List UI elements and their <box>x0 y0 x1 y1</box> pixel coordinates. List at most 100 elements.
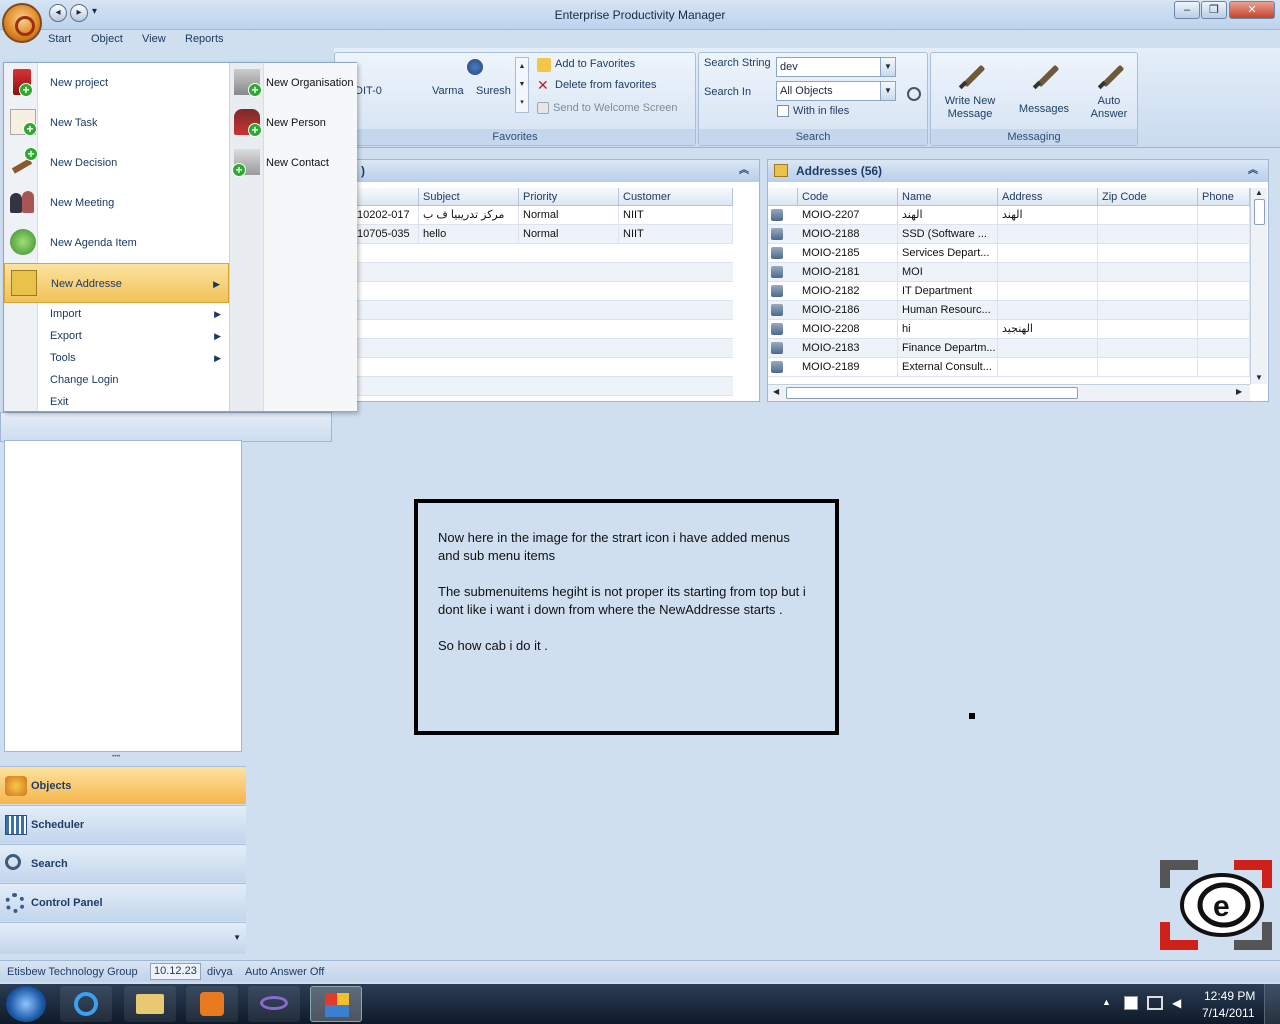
cell: 10705-035 <box>353 225 419 244</box>
start-orb-button[interactable] <box>2 3 42 43</box>
qat-dropdown-icon[interactable]: ▾ <box>92 6 97 17</box>
auto-answer-button[interactable]: Auto Answer <box>1081 61 1137 121</box>
close-button[interactable]: ✕ <box>1229 1 1275 19</box>
table-row[interactable]: MOIO-2188 SSD (Software ... <box>768 225 1250 244</box>
chevron-down-icon[interactable]: ▼ <box>880 82 895 100</box>
submenu-item-new-contact[interactable]: + New Contact <box>230 143 358 183</box>
table-row[interactable]: MOIO-2207 الهند الهند <box>768 206 1250 225</box>
favorite-item[interactable]: Varma <box>432 85 464 97</box>
favorite-item[interactable]: Suresh <box>476 85 511 97</box>
column-header[interactable]: Customer <box>619 188 733 206</box>
tab-object[interactable]: Object <box>91 33 123 45</box>
nav-overflow-bar[interactable]: ▼ <box>0 922 246 954</box>
cell: NIIT <box>619 225 733 244</box>
menu-item-new-meeting[interactable]: New Meeting <box>4 183 229 223</box>
minimize-button[interactable]: – <box>1174 1 1200 19</box>
cell <box>998 282 1098 301</box>
explorer-icon[interactable] <box>124 986 176 1022</box>
navigation-tree[interactable] <box>4 440 242 752</box>
favorite-item[interactable]: DIT-0 <box>355 85 382 97</box>
visual-studio-icon[interactable] <box>248 986 300 1022</box>
table-row[interactable]: MOIO-2189 External Consult... <box>768 358 1250 377</box>
column-header[interactable]: Address <box>998 188 1098 206</box>
scroll-thumb[interactable] <box>786 387 1078 399</box>
volume-icon[interactable]: ◀ <box>1172 996 1181 1010</box>
column-header[interactable] <box>768 188 798 206</box>
search-string-label: Search String <box>704 57 771 69</box>
table-row[interactable]: MOIO-2182 IT Department <box>768 282 1250 301</box>
submenu-item-new-person[interactable]: + New Person <box>230 103 358 143</box>
delete-from-favorites-button[interactable]: Delete from favorites <box>555 79 656 91</box>
chevron-down-icon[interactable]: ▼ <box>880 58 895 76</box>
send-to-welcome-button[interactable]: Send to Welcome Screen <box>553 102 678 114</box>
menu-item-export[interactable]: Export ▶ <box>4 325 229 347</box>
search-string-input[interactable]: dev ▼ <box>776 57 896 77</box>
menu-item-new-project[interactable]: + New project <box>4 63 229 103</box>
show-desktop-button[interactable] <box>1264 984 1280 1024</box>
tab-view[interactable]: View <box>142 33 166 45</box>
scroll-up-icon[interactable]: ▲ <box>1251 188 1267 197</box>
scroll-down-icon[interactable]: ▼ <box>1251 373 1267 382</box>
column-header[interactable]: Name <box>898 188 998 206</box>
vertical-scrollbar[interactable]: ▲ ▼ <box>1250 188 1267 384</box>
table-row[interactable]: MOIO-2185 Services Depart... <box>768 244 1250 263</box>
cell <box>1198 263 1250 282</box>
menu-item-tools[interactable]: Tools ▶ <box>4 347 229 369</box>
nav-scheduler-button[interactable]: Scheduler <box>0 805 246 843</box>
ie-icon[interactable] <box>60 986 112 1022</box>
menu-item-new-decision[interactable]: + New Decision <box>4 143 229 183</box>
app-taskbar-icon[interactable] <box>310 986 362 1022</box>
menu-item-new-addresse[interactable]: New Addresse ▶ <box>4 263 229 303</box>
splitter-grip[interactable]: •••• <box>112 754 120 760</box>
column-header[interactable]: Phone <box>1198 188 1250 206</box>
menu-item-import[interactable]: Import ▶ <box>4 303 229 325</box>
column-header[interactable]: Subject <box>419 188 519 206</box>
write-new-message-button[interactable]: Write New Message <box>935 61 1005 121</box>
tray-expand-icon[interactable]: ▲ <box>1102 997 1111 1007</box>
back-icon[interactable]: ◂ <box>49 4 67 22</box>
menu-item-exit[interactable]: Exit <box>4 391 229 413</box>
search-icon[interactable] <box>907 87 921 101</box>
with-files-checkbox[interactable] <box>777 105 789 117</box>
column-header[interactable]: Code <box>798 188 898 206</box>
nav-control-panel-button[interactable]: Control Panel <box>0 883 246 921</box>
collapse-icon[interactable]: ︽ <box>1248 160 1258 182</box>
menu-item-change-login[interactable]: Change Login <box>4 369 229 391</box>
nav-objects-button[interactable]: Objects <box>0 766 246 804</box>
tab-reports[interactable]: Reports <box>185 33 224 45</box>
nav-search-button[interactable]: Search <box>0 844 246 882</box>
send-checkbox[interactable] <box>537 102 549 114</box>
media-player-icon[interactable] <box>186 986 238 1022</box>
clock-date[interactable]: 7/14/2011 <box>1202 1006 1255 1020</box>
submenu-item-label: New Person <box>266 117 326 129</box>
table-row[interactable]: MOIO-2208 hi الهنجيد <box>768 320 1250 339</box>
favorites-scrollbar[interactable]: ▲ ▼ ▾ <box>515 57 529 113</box>
messages-button[interactable]: Messages <box>1009 61 1079 116</box>
search-in-select[interactable]: All Objects ▼ <box>776 81 896 101</box>
tab-start[interactable]: Start <box>48 33 71 45</box>
horizontal-scrollbar[interactable]: ◀ ▶ <box>768 384 1250 401</box>
windows-start-button[interactable] <box>6 986 46 1022</box>
flag-icon[interactable] <box>1124 996 1138 1010</box>
scroll-thumb[interactable] <box>1253 199 1265 225</box>
scroll-left-icon[interactable]: ◀ <box>773 387 779 396</box>
menu-item-new-task[interactable]: + New Task <box>4 103 229 143</box>
scroll-right-icon[interactable]: ▶ <box>1236 387 1242 396</box>
navigation-pane: •••• Objects Scheduler Search Control Pa… <box>0 440 246 954</box>
table-row[interactable]: MOIO-2181 MOI <box>768 263 1250 282</box>
star-icon <box>537 58 551 72</box>
dot-marker <box>969 713 975 719</box>
forward-icon[interactable]: ▸ <box>70 4 88 22</box>
submenu-item-new-organisation[interactable]: + New Organisation <box>230 63 358 103</box>
collapse-icon[interactable]: ︽ <box>739 160 749 182</box>
table-row[interactable]: MOIO-2183 Finance Departm... <box>768 339 1250 358</box>
column-header[interactable]: Zip Code <box>1098 188 1198 206</box>
maximize-button[interactable]: ❐ <box>1201 1 1227 19</box>
chevron-down-icon[interactable]: ▼ <box>233 933 241 942</box>
menu-item-new-agenda-item[interactable]: New Agenda Item <box>4 223 229 263</box>
clock-time[interactable]: 12:49 PM <box>1204 989 1255 1003</box>
table-row[interactable]: MOIO-2186 Human Resourc... <box>768 301 1250 320</box>
network-icon[interactable] <box>1147 996 1163 1010</box>
add-to-favorites-button[interactable]: Add to Favorites <box>555 58 635 70</box>
column-header[interactable]: Priority <box>519 188 619 206</box>
